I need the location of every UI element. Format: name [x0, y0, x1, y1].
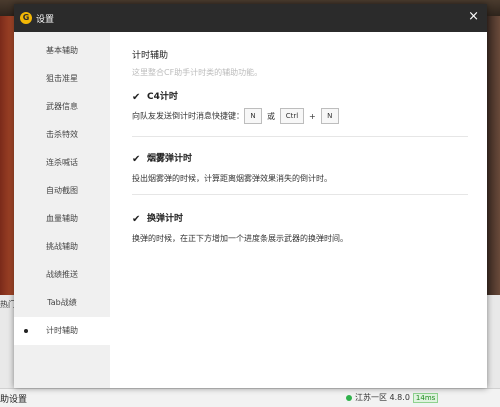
sidebar-item-kill-effects[interactable]: 击杀特效 [14, 121, 110, 149]
reload-timer-label: 换弹计时 [147, 214, 184, 224]
sidebar-item-challenge-assist[interactable]: 挑战辅助 [14, 233, 110, 261]
section-description: 这里整合CF助手计时类的辅助功能。 [132, 68, 263, 77]
close-icon[interactable]: × [468, 10, 479, 24]
sidebar-item-basic-assist[interactable]: 基本辅助 [14, 37, 110, 65]
server-status[interactable]: 江苏一区 4.8.0 14ms [346, 392, 439, 403]
hotkey-label: 向队友发送倒计时消息快捷键： [132, 111, 244, 121]
hotkey-key-2[interactable]: N [320, 108, 339, 124]
settings-dialog: G 设置 × 基本辅助 狙击准星 武器信息 击杀特效 连杀喊话 自动截图 血量辅… [14, 4, 487, 388]
plus-label: + [309, 111, 316, 121]
divider [132, 194, 468, 195]
sidebar-item-tab-stats[interactable]: Tab战绩 [14, 289, 110, 317]
reload-timer-option[interactable]: ✔ 换弹计时 [132, 211, 183, 225]
background-left-strip [0, 16, 14, 316]
settings-sidebar: 基本辅助 狙击准星 武器信息 击杀特效 连杀喊话 自动截图 血量辅助 挑战辅助 … [14, 32, 110, 388]
online-status-icon [346, 394, 352, 401]
background-right-panel [487, 295, 500, 390]
sidebar-item-timer-assist[interactable]: 计时辅助 [14, 317, 110, 345]
hotkey-modifier-key[interactable]: Ctrl [280, 108, 304, 124]
dialog-titlebar[interactable]: G 设置 × [14, 4, 487, 32]
sidebar-item-stats-push[interactable]: 战绩推送 [14, 261, 110, 289]
sidebar-item-weapon-info[interactable]: 武器信息 [14, 93, 110, 121]
sidebar-item-killstreak-shout[interactable]: 连杀喊话 [14, 149, 110, 177]
background-settings-label[interactable]: 助设置 [0, 392, 27, 405]
active-indicator-icon [24, 329, 28, 333]
reload-timer-checkbox[interactable]: ✔ [132, 215, 142, 225]
dialog-title: 设置 [36, 15, 55, 25]
section-title: 计时辅助 [132, 51, 169, 61]
smoke-timer-checkbox[interactable]: ✔ [132, 155, 142, 165]
sidebar-item-sniper-crosshair[interactable]: 狙击准星 [14, 65, 110, 93]
hotkey-key-1[interactable]: N [244, 108, 262, 124]
c4-hotkey-row: 向队友发送倒计时消息快捷键： N 或 Ctrl + N [132, 108, 339, 124]
background-right-strip [487, 16, 500, 316]
reload-timer-description: 换弹的时候，在正下方增加一个进度条展示武器的换弹时间。 [132, 234, 348, 243]
c4-timer-checkbox[interactable]: ✔ [132, 93, 142, 103]
or-label: 或 [267, 111, 275, 121]
c4-timer-label: C4计时 [147, 92, 178, 102]
background-status-bar: 助设置 江苏一区 4.8.0 14ms [0, 388, 500, 407]
version-label: 4.8.0 [389, 393, 410, 402]
smoke-timer-option[interactable]: ✔ 烟雾弹计时 [132, 151, 192, 165]
smoke-timer-label: 烟雾弹计时 [147, 154, 193, 164]
smoke-timer-description: 投出烟雾弹的时候，计算距离烟雾弹效果消失的倒计时。 [132, 174, 332, 183]
sidebar-item-label: 计时辅助 [46, 326, 78, 335]
divider [132, 136, 468, 137]
server-name: 江苏一区 [355, 393, 387, 402]
settings-content: 计时辅助 这里整合CF助手计时类的辅助功能。 ✔ C4计时 向队友发送倒计时消息快… [110, 32, 487, 388]
sidebar-item-auto-screenshot[interactable]: 自动截图 [14, 177, 110, 205]
app-logo-icon: G [20, 12, 32, 24]
sidebar-item-health-assist[interactable]: 血量辅助 [14, 205, 110, 233]
c4-timer-option[interactable]: ✔ C4计时 [132, 89, 178, 103]
ping-badge: 14ms [412, 393, 439, 403]
